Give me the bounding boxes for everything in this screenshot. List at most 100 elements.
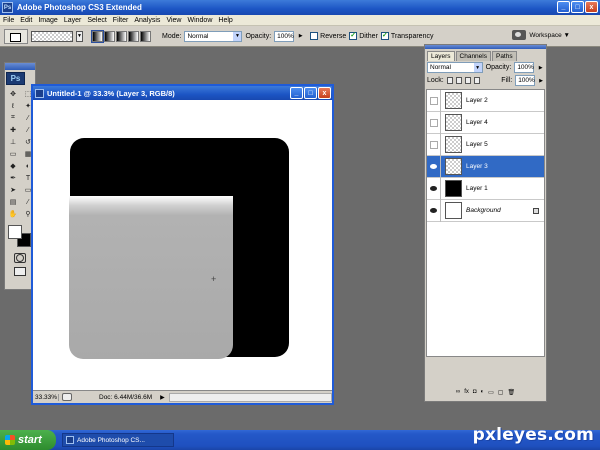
horizontal-scrollbar[interactable] — [168, 392, 332, 402]
layer-opacity-arrow[interactable]: ▶ — [537, 62, 544, 73]
fx-icon[interactable]: fx — [464, 389, 469, 395]
taskbar-photoshop-item[interactable]: Adobe Photoshop CS... — [62, 433, 174, 447]
layer-list: Layer 2 Layer 4 Layer 5 Layer 3 Layer 1 … — [426, 89, 545, 357]
tools-panel-header[interactable] — [5, 63, 35, 70]
visibility-toggle[interactable] — [427, 111, 441, 134]
canvas[interactable]: + — [33, 100, 332, 390]
fill-input[interactable]: 100% — [515, 75, 536, 86]
mask-icon[interactable]: ◘ — [473, 389, 477, 395]
dither-checkbox[interactable]: ✓ — [349, 32, 358, 40]
blur-icon[interactable]: ◆ — [7, 161, 19, 171]
crop-icon[interactable]: ⌗ — [7, 113, 19, 123]
layer-name: Layer 5 — [466, 141, 488, 148]
pen-icon[interactable]: ✒ — [7, 173, 19, 183]
menu-window[interactable]: Window — [184, 17, 215, 24]
layer-row-layer-2[interactable]: Layer 2 — [427, 89, 544, 112]
new-layer-icon[interactable]: ▢ — [498, 389, 504, 396]
workspace-switcher[interactable]: Workspace ▼ — [512, 30, 570, 40]
tab-layers[interactable]: Layers — [427, 51, 455, 61]
layer-row-layer-4[interactable]: Layer 4 — [427, 111, 544, 134]
document-title-bar[interactable]: Untitled-1 @ 33.3% (Layer 3, RGB/8) _ □ … — [33, 86, 332, 100]
layer-row-background[interactable]: Background — [427, 199, 544, 222]
maximize-button[interactable]: □ — [571, 1, 584, 13]
status-menu-arrow-icon[interactable]: ▶ — [160, 394, 165, 401]
screen-mode-icon[interactable] — [14, 267, 26, 276]
menu-help[interactable]: Help — [215, 17, 235, 24]
eraser-icon[interactable]: ▭ — [7, 149, 19, 159]
visibility-toggle[interactable] — [427, 133, 441, 156]
doc-minimize-button[interactable]: _ — [290, 87, 303, 99]
workspace-label: Workspace ▼ — [529, 31, 570, 39]
app-title-bar: Ps Adobe Photoshop CS3 Extended _ □ x — [0, 0, 600, 15]
minimize-button[interactable]: _ — [557, 1, 570, 13]
lock-transparent-icon[interactable] — [446, 77, 453, 84]
document-title: Untitled-1 @ 33.3% (Layer 3, RGB/8) — [47, 88, 175, 98]
opacity-input[interactable]: 100% — [274, 30, 295, 42]
lock-all-icon[interactable] — [474, 77, 481, 84]
gradient-picker-arrow[interactable]: ▼ — [76, 30, 83, 42]
lasso-icon[interactable]: ℓ — [7, 101, 19, 111]
reflected-gradient-button[interactable] — [128, 30, 139, 42]
tab-channels[interactable]: Channels — [455, 51, 491, 61]
reverse-checkbox[interactable] — [310, 32, 319, 40]
menu-select[interactable]: Select — [84, 17, 109, 24]
panel-tabs: Layers Channels Paths — [425, 49, 546, 61]
fill-arrow[interactable]: ▶ — [538, 75, 544, 86]
transparency-checkbox[interactable]: ✓ — [380, 32, 389, 40]
doc-close-button[interactable]: x — [318, 87, 331, 99]
layer-row-layer-1[interactable]: Layer 1 — [427, 177, 544, 200]
layer-name: Layer 2 — [466, 97, 488, 104]
trash-icon[interactable]: 🗑 — [507, 389, 515, 396]
zoom-level[interactable]: 33.33% — [33, 393, 59, 401]
notes-icon[interactable]: ▤ — [7, 197, 19, 207]
menu-image[interactable]: Image — [35, 17, 60, 24]
angle-gradient-button[interactable] — [116, 30, 127, 42]
adjustment-icon[interactable]: ◐ — [480, 389, 484, 395]
visibility-toggle[interactable] — [427, 177, 441, 200]
windows-logo-icon — [5, 435, 15, 445]
tool-preset-picker[interactable] — [4, 28, 28, 44]
radial-gradient-button[interactable] — [104, 30, 115, 42]
tab-paths[interactable]: Paths — [491, 51, 517, 61]
move-icon[interactable]: ✥ — [7, 89, 19, 99]
menu-view[interactable]: View — [163, 17, 184, 24]
clone-stamp-icon[interactable]: ⊥ — [7, 137, 19, 147]
foreground-color-swatch[interactable] — [8, 225, 22, 239]
empty-visibility-box — [429, 140, 438, 149]
opacity-slider-arrow[interactable]: ▶ — [297, 31, 304, 42]
layer-row-layer-3[interactable]: Layer 3 — [427, 155, 544, 178]
lock-position-icon[interactable] — [465, 77, 472, 84]
start-button[interactable]: start — [0, 430, 56, 450]
visibility-toggle[interactable] — [427, 89, 441, 112]
document-status-bar: 33.33% Doc: 6.44M/36.6M ▶ — [33, 390, 332, 403]
dither-label: Dither — [359, 32, 378, 40]
layer-name: Background — [466, 207, 501, 214]
quick-mask-icon[interactable] — [14, 253, 26, 263]
close-button[interactable]: x — [585, 1, 598, 13]
menu-file[interactable]: File — [0, 17, 17, 24]
lock-image-icon[interactable] — [455, 77, 463, 84]
diamond-gradient-button[interactable] — [140, 30, 151, 42]
path-selection-icon[interactable]: ➤ — [7, 185, 19, 195]
layer-row-layer-5[interactable]: Layer 5 — [427, 133, 544, 156]
document-icon — [35, 88, 44, 98]
linear-gradient-button[interactable] — [91, 29, 104, 43]
link-layers-icon[interactable]: ∞ — [456, 389, 460, 395]
layer-opacity-label: Opacity: — [485, 64, 512, 71]
layer-opacity-input[interactable]: 100% — [514, 62, 535, 73]
healing-brush-icon[interactable]: ✚ — [7, 125, 19, 135]
blend-mode-select[interactable]: Normal ▼ — [427, 62, 483, 73]
menu-layer[interactable]: Layer — [61, 17, 85, 24]
hand-icon[interactable]: ✋ — [7, 209, 19, 219]
doc-maximize-button[interactable]: □ — [304, 87, 317, 99]
group-icon[interactable]: ▭ — [488, 389, 494, 396]
menu-edit[interactable]: Edit — [17, 17, 35, 24]
menu-analysis[interactable]: Analysis — [131, 17, 163, 24]
mode-select[interactable]: Normal ▼ — [184, 30, 243, 42]
visibility-toggle[interactable] — [427, 155, 441, 178]
gradient-preview[interactable] — [31, 30, 73, 42]
menu-filter[interactable]: Filter — [110, 17, 132, 24]
visibility-toggle[interactable] — [427, 199, 441, 222]
gray-gradient-rectangle — [69, 196, 233, 359]
status-info-icon[interactable] — [62, 393, 72, 401]
